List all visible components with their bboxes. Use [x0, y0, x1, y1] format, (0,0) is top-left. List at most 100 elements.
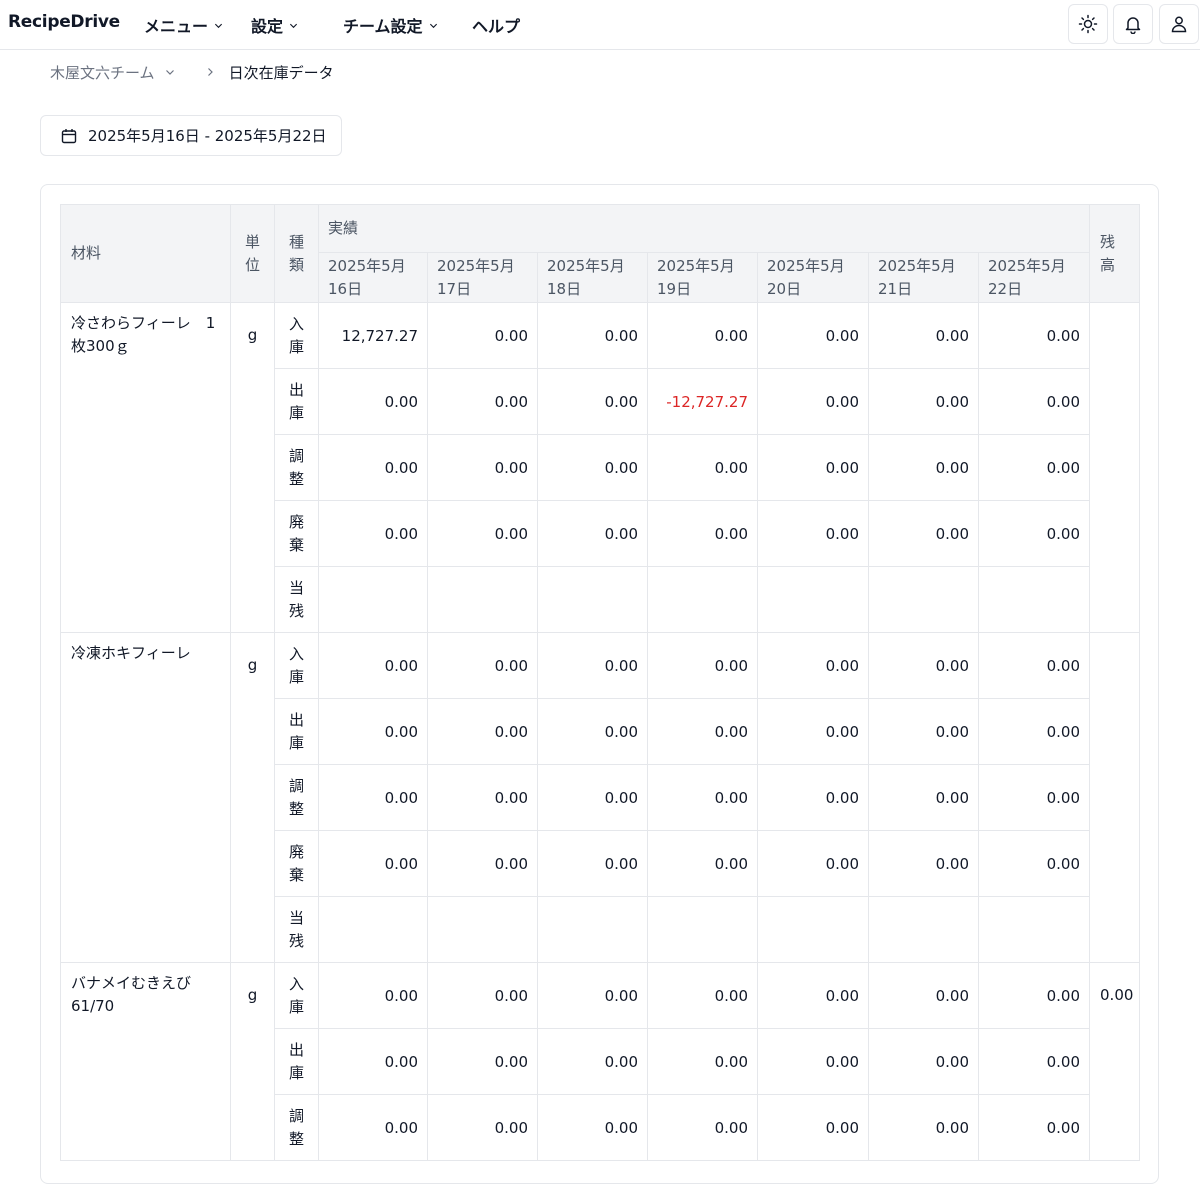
- value-cell: 0.00: [977, 764, 1091, 831]
- value-cell: 0.00: [977, 302, 1091, 369]
- value-cell: 0.00: [757, 962, 869, 1029]
- value-cell: 0.00: [647, 632, 758, 699]
- value-cell: 0.00: [318, 368, 428, 435]
- value-cell: [537, 566, 648, 633]
- value-cell: 0.00: [647, 1028, 758, 1095]
- row-kind: 入庫: [274, 632, 319, 699]
- daily-inventory-table: 材料 単位 種類 実績 残高 2025年5月16日 2025年5月17日 2025年…: [60, 204, 1141, 1161]
- nav-team-settings[interactable]: チーム設定: [343, 13, 438, 37]
- value-cell: 0.00: [757, 500, 869, 567]
- value-cell: 0.00: [318, 962, 428, 1029]
- header-date: 2025年5月20日: [757, 252, 869, 303]
- value-cell: 0.00: [427, 368, 538, 435]
- value-cell: 0.00: [427, 698, 538, 765]
- brand-logo[interactable]: RecipeDrive: [8, 12, 120, 32]
- notifications-button[interactable]: [1113, 4, 1153, 44]
- value-cell: [977, 896, 1091, 963]
- value-cell: 0.00: [977, 698, 1091, 765]
- header-date: 2025年5月21日: [868, 252, 979, 303]
- row-kind-label: 当残: [289, 908, 305, 950]
- nav-menu[interactable]: メニュー: [144, 13, 223, 37]
- value-cell: 0.00: [427, 962, 538, 1029]
- value-cell: [868, 896, 979, 963]
- row-kind-label: 調整: [289, 776, 305, 818]
- row-kind: 入庫: [274, 302, 319, 369]
- value-cell: 0.00: [647, 500, 758, 567]
- breadcrumb-current-page: 日次在庫データ: [228, 63, 334, 82]
- value-cell: 0.00: [647, 764, 758, 831]
- header-balance-label: 残高: [1100, 232, 1116, 274]
- value-cell: 0.00: [868, 1028, 979, 1095]
- value-cell: 0.00: [757, 302, 869, 369]
- row-kind: 廃棄: [274, 500, 319, 567]
- material-name: 冷凍ホキフィーレ: [60, 632, 231, 963]
- value-cell: 0.00: [537, 698, 648, 765]
- material-unit: g: [230, 962, 275, 1161]
- row-kind-label: 調整: [289, 446, 305, 488]
- balance-cell: [1089, 302, 1141, 633]
- nav-help[interactable]: ヘルプ: [472, 13, 520, 37]
- value-cell: 0.00: [868, 830, 979, 897]
- row-kind-label: 入庫: [289, 644, 305, 686]
- value-cell: 0.00: [868, 302, 979, 369]
- value-cell: 0.00: [977, 830, 1091, 897]
- chevron-down-icon: [214, 23, 223, 28]
- value-cell: 0.00: [647, 962, 758, 1029]
- value-cell: 0.00: [318, 632, 428, 699]
- user-icon: [1171, 16, 1187, 33]
- chevron-down-icon: [289, 23, 298, 28]
- nav-settings-label: 設定: [251, 17, 284, 36]
- value-cell: [318, 566, 428, 633]
- material-name: バナメイむきえび61/70: [60, 962, 231, 1161]
- row-kind-label: 入庫: [289, 974, 305, 1016]
- date-range-picker[interactable]: 2025年5月16日 - 2025年5月22日: [40, 115, 342, 156]
- header-date: 2025年5月16日: [318, 252, 428, 303]
- table-row: バナメイむきえび61/70 g 入庫 0.00 0.00 0.00 0.00 0.00 0.00…: [60, 962, 1141, 1161]
- value-cell: 0.00: [647, 698, 758, 765]
- breadcrumb-team-selector[interactable]: 木屋文六チーム: [50, 62, 175, 83]
- row-kind: 当残: [274, 566, 319, 633]
- row-kind-label: 調整: [289, 1106, 305, 1148]
- value-cell: [647, 896, 758, 963]
- value-cell: 0.00: [537, 302, 648, 369]
- value-cell: 0.00: [318, 764, 428, 831]
- value-cell: [757, 566, 869, 633]
- value-cell: 0.00: [868, 368, 979, 435]
- breadcrumb-team-label: 木屋文六チーム: [50, 63, 155, 82]
- value-cell: 0.00: [868, 1094, 979, 1161]
- value-cell: 0.00: [757, 434, 869, 501]
- calendar-icon: [61, 128, 77, 143]
- value-cell: 0.00: [537, 1094, 648, 1161]
- bell-icon: [1125, 17, 1141, 34]
- value-cell: 0.00: [427, 434, 538, 501]
- row-kind: 調整: [274, 1094, 319, 1161]
- value-cell: 0.00: [868, 632, 979, 699]
- value-cell: 0.00: [427, 632, 538, 699]
- value-cell: [427, 566, 538, 633]
- value-cell: [427, 896, 538, 963]
- header-date: 2025年5月17日: [427, 252, 538, 303]
- value-cell: 0.00: [977, 1094, 1091, 1161]
- value-cell: [757, 896, 869, 963]
- value-cell: 0.00: [977, 962, 1091, 1029]
- value-cell: 0.00: [757, 368, 869, 435]
- value-cell: 0.00: [757, 1094, 869, 1161]
- value-cell: 12,727.27: [318, 302, 428, 369]
- chevron-down-icon: [165, 70, 174, 75]
- row-kind: 調整: [274, 764, 319, 831]
- nav-settings[interactable]: 設定: [251, 13, 298, 37]
- row-kind: 出庫: [274, 368, 319, 435]
- value-cell: 0.00: [868, 500, 979, 567]
- value-cell: 0.00: [977, 1028, 1091, 1095]
- header-date: 2025年5月19日: [647, 252, 758, 303]
- value-cell: 0.00: [537, 830, 648, 897]
- user-menu-button[interactable]: [1159, 4, 1199, 44]
- theme-toggle-button[interactable]: [1068, 4, 1108, 44]
- value-cell: [537, 896, 648, 963]
- row-kind-label: 入庫: [289, 314, 305, 356]
- value-cell: -12,727.27: [647, 368, 758, 435]
- value-cell: 0.00: [318, 1028, 428, 1095]
- value-cell: 0.00: [757, 698, 869, 765]
- value-cell: 0.00: [427, 1028, 538, 1095]
- value-cell: 0.00: [427, 764, 538, 831]
